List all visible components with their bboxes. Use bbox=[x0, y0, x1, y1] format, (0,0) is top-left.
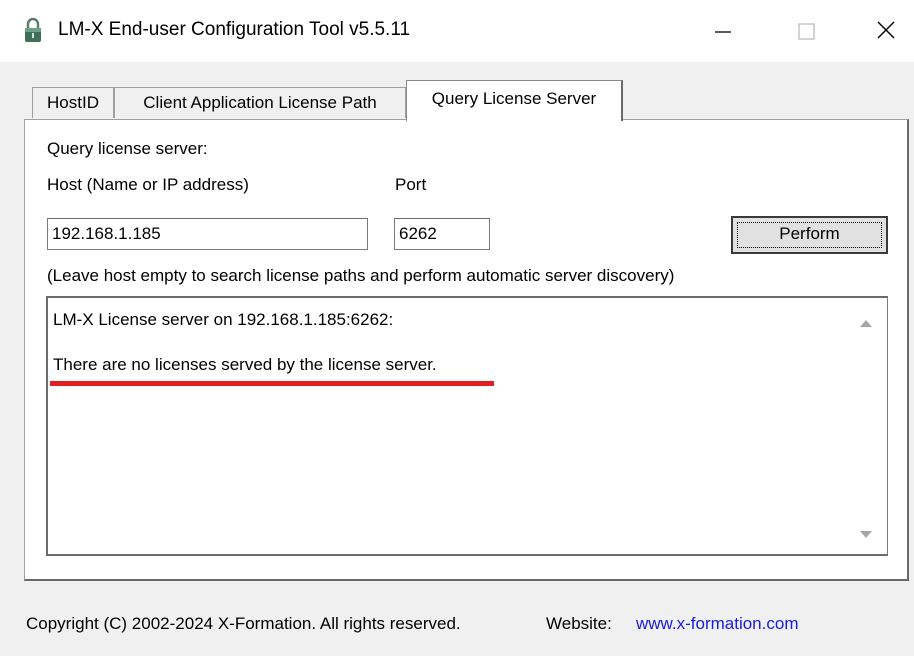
output-line-no-licenses: There are no licenses served by the lice… bbox=[53, 355, 437, 374]
host-input[interactable]: 192.168.1.185 bbox=[47, 218, 368, 250]
lock-icon bbox=[25, 17, 41, 42]
tab-hostid[interactable]: HostID bbox=[32, 87, 114, 118]
minimize-button[interactable] bbox=[695, 0, 755, 60]
close-button[interactable] bbox=[854, 0, 914, 60]
host-hint-text: (Leave host empty to search license path… bbox=[47, 266, 675, 285]
host-label: Host (Name or IP address) bbox=[47, 175, 249, 194]
window-title: LM-X End-user Configuration Tool v5.5.11 bbox=[58, 19, 411, 40]
query-output-box[interactable]: LM-X License server on 192.168.1.185:626… bbox=[46, 296, 888, 556]
maximize-icon bbox=[798, 23, 815, 40]
output-line-server: LM-X License server on 192.168.1.185:626… bbox=[53, 310, 394, 329]
perform-button[interactable]: Perform bbox=[731, 216, 888, 254]
minimize-icon bbox=[715, 31, 731, 33]
maximize-button[interactable] bbox=[780, 0, 840, 60]
scroll-down-arrow-icon[interactable] bbox=[859, 530, 873, 540]
tab-client-application-license-path[interactable]: Client Application License Path bbox=[114, 87, 406, 118]
title-bar[interactable]: LM-X End-user Configuration Tool v5.5.11 bbox=[0, 0, 914, 62]
red-underline-annotation bbox=[50, 381, 494, 386]
close-icon bbox=[877, 21, 895, 39]
app-window: LM-X End-user Configuration Tool v5.5.11… bbox=[0, 0, 914, 656]
perform-button-label: Perform bbox=[779, 224, 840, 243]
website-link[interactable]: www.x-formation.com bbox=[636, 614, 798, 634]
scroll-up-arrow-icon[interactable] bbox=[859, 318, 873, 328]
query-section-label: Query license server: bbox=[47, 139, 208, 158]
port-label: Port bbox=[395, 175, 427, 194]
tab-query-license-server[interactable]: Query License Server bbox=[406, 80, 623, 121]
website-label: Website: bbox=[546, 614, 612, 633]
copyright-text: Copyright (C) 2002-2024 X-Formation. All… bbox=[26, 614, 461, 633]
port-input[interactable]: 6262 bbox=[394, 218, 490, 250]
